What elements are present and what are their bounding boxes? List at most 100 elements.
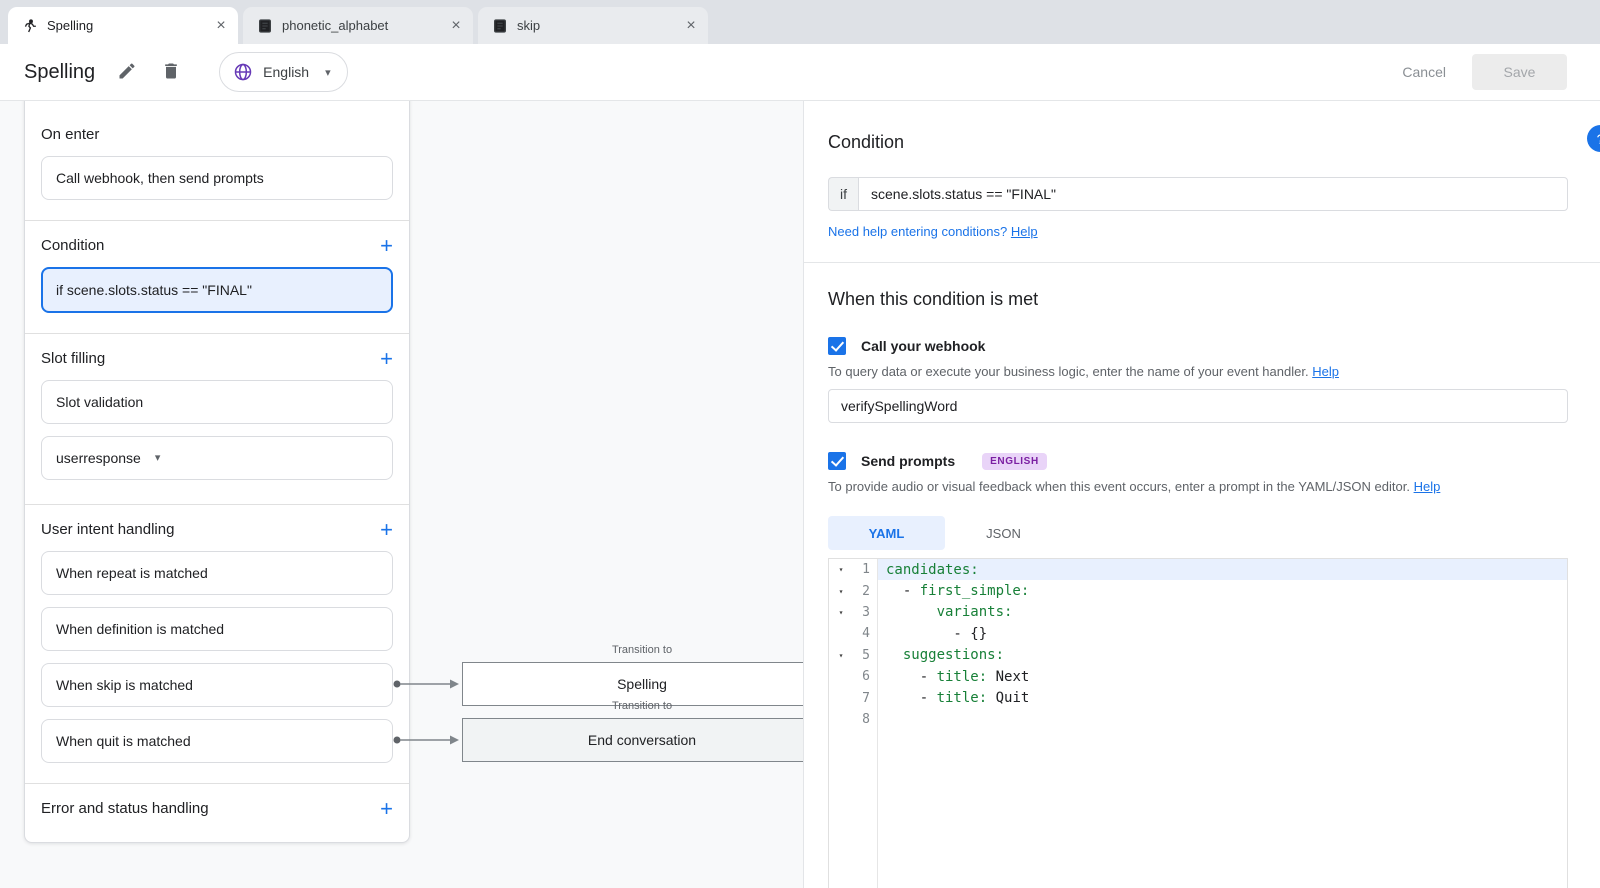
tab-skip[interactable]: skip × [478,7,708,44]
language-badge: ENGLISH [982,453,1047,470]
help-icon[interactable]: ? [1587,125,1600,152]
add-condition-button[interactable]: + [380,237,393,255]
intent-card-skip[interactable]: When skip is matched [41,663,393,707]
intent-card-quit[interactable]: When quit is matched [41,719,393,763]
tab-label: phonetic_alphabet [282,18,438,33]
prompts-check-row: Send prompts ENGLISH [828,452,1568,470]
code-content[interactable]: - {} [878,623,1567,644]
fold-icon[interactable]: ▾ [829,651,853,660]
intent-label: When repeat is matched [56,563,208,583]
code-line: ▾ 1 candidates: [829,559,1567,580]
close-icon[interactable]: × [682,17,700,35]
line-number: 2 [853,584,878,599]
webhook-handler-input[interactable] [828,389,1568,423]
section-title: Slot filling [41,350,105,368]
code-line: 4 - {} [829,623,1567,644]
trash-icon [161,61,181,81]
code-line: 6 - title: Next [829,666,1567,687]
section-title: Condition [41,237,104,255]
intent-card-definition[interactable]: When definition is matched [41,607,393,651]
section-on-enter: On enter Call webhook, then send prompts [25,101,409,220]
tab-label: skip [517,18,673,33]
prompts-checkbox[interactable] [828,452,846,470]
condition-detail-panel: ? Condition if Need help entering condit… [803,101,1600,888]
prompts-label: Send prompts [861,453,955,469]
language-selector[interactable]: English ▾ [219,52,347,92]
scene-card: On enter Call webhook, then send prompts… [24,101,410,843]
code-content[interactable]: suggestions: [878,645,1567,666]
slot-userresponse-card[interactable]: userresponse ▾ [41,436,393,480]
condition-card-selected[interactable]: if scene.slots.status == "FINAL" [41,267,393,313]
line-number: 3 [853,605,878,620]
panel-divider [804,262,1600,263]
line-number: 8 [853,712,878,727]
webhook-check-row: Call your webhook [828,337,1568,355]
code-content[interactable] [878,709,1567,730]
condition-label: if scene.slots.status == "FINAL" [56,280,252,300]
help-link[interactable]: Help [1011,224,1038,239]
code-line: 8 [829,709,1567,730]
slot-label: Slot validation [56,392,143,412]
code-content[interactable]: - title: Quit [878,687,1567,708]
fold-icon[interactable]: ▾ [829,565,853,574]
scene-icon [22,18,38,34]
slot-label: userresponse [56,448,141,468]
webhook-label: Call your webhook [861,338,985,354]
edit-button[interactable] [117,61,139,83]
webhook-description: To query data or execute your business l… [828,364,1568,380]
tab-json[interactable]: JSON [945,516,1062,550]
code-line: ▾ 5 suggestions: [829,645,1567,666]
tab-label: Spelling [47,18,203,33]
tab-yaml[interactable]: YAML [828,516,945,550]
transition-caption: Transition to [462,700,803,712]
cancel-button[interactable]: Cancel [1402,64,1446,80]
condition-help-line: Need help entering conditions? Help [828,224,1568,239]
line-number: 5 [853,648,878,663]
help-link[interactable]: Help [1312,364,1339,379]
add-slot-button[interactable]: + [380,350,393,368]
save-button[interactable]: Save [1472,54,1567,90]
transition-target: Spelling [617,676,667,692]
section-condition: Condition + if scene.slots.status == "FI… [25,220,409,333]
globe-icon [233,62,253,82]
code-content[interactable]: - title: Next [878,666,1567,687]
help-link[interactable]: Help [1414,479,1441,494]
section-user-intent-handling: User intent handling + When repeat is ma… [25,504,409,783]
code-content[interactable]: variants: [878,602,1567,623]
transition-box-end-conversation[interactable]: End conversation [462,718,803,762]
when-met-title: When this condition is met [828,288,1568,310]
chevron-down-icon: ▾ [325,66,331,79]
delete-button[interactable] [161,61,183,83]
close-icon[interactable]: × [447,17,465,35]
tab-spelling[interactable]: Spelling × [8,7,238,44]
scene-header: Spelling English ▾ Cancel Save [0,44,1600,101]
yaml-editor[interactable]: ▾ 1 candidates: ▾ 2 - first_simple: ▾ 3 … [828,558,1568,888]
add-error-handler-button[interactable]: + [380,800,393,818]
condition-expression-input[interactable] [858,177,1568,211]
tab-phonetic-alphabet[interactable]: phonetic_alphabet × [243,7,473,44]
webhook-checkbox[interactable] [828,337,846,355]
close-icon[interactable]: × [212,17,230,35]
slot-validation-card[interactable]: Slot validation [41,380,393,424]
intent-card-repeat[interactable]: When repeat is matched [41,551,393,595]
panel-title: Condition [828,131,1568,153]
code-content[interactable]: - first_simple: [878,580,1567,601]
section-title: On enter [41,126,99,144]
intent-label: When quit is matched [56,731,191,751]
section-title: Error and status handling [41,800,209,818]
line-number: 4 [853,626,878,641]
code-line: ▾ 3 variants: [829,602,1567,623]
fold-icon[interactable]: ▾ [829,587,853,596]
transition-target: End conversation [588,732,696,748]
fold-icon[interactable]: ▾ [829,608,853,617]
tab-strip: Spelling × phonetic_alphabet × skip × [0,0,1600,44]
line-number: 6 [853,669,878,684]
code-line: 7 - title: Quit [829,687,1567,708]
code-content[interactable]: candidates: [878,559,1567,580]
intent-icon [257,18,273,34]
intent-label: When skip is matched [56,675,193,695]
add-intent-button[interactable]: + [380,521,393,539]
prompts-description: To provide audio or visual feedback when… [828,479,1568,495]
on-enter-handler-card[interactable]: Call webhook, then send prompts [41,156,393,200]
if-prefix: if [828,177,858,211]
